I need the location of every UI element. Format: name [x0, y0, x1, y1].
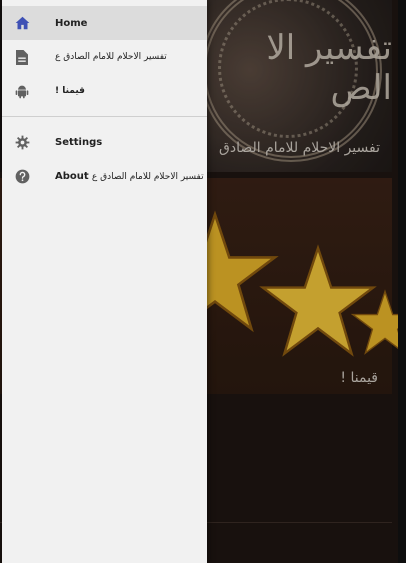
navigation-drawer: Home تفسير الاحلام للامام الصادق ع قيمنا…	[2, 0, 207, 563]
about-text: About	[55, 170, 89, 182]
drawer-item-rate-us[interactable]: قيمنا !	[2, 74, 207, 108]
drawer-divider	[2, 116, 207, 117]
android-icon	[14, 83, 30, 99]
drawer-item-label: قيمنا !	[55, 86, 85, 96]
about-app-name: تفسير الاحلام للامام الصادق ع	[91, 171, 204, 182]
about-label: About تفسير الاحلام للامام الصادق ع	[55, 171, 204, 182]
drawer-item-home[interactable]: Home	[2, 6, 207, 40]
drawer-item-dream-interpretation[interactable]: تفسير الاحلام للامام الصادق ع	[2, 40, 207, 74]
drawer-item-label: تفسير الاحلام للامام الصادق ع	[55, 52, 167, 62]
drawer-item-label: Settings	[55, 136, 103, 148]
drawer-item-settings[interactable]: Settings	[2, 125, 207, 159]
drawer-item-about[interactable]: About تفسير الاحلام للامام الصادق ع	[2, 159, 207, 193]
home-icon	[14, 15, 30, 31]
gear-icon	[14, 134, 30, 150]
help-icon	[14, 168, 30, 184]
document-icon	[14, 49, 30, 65]
drawer-item-label: Home	[55, 17, 88, 29]
